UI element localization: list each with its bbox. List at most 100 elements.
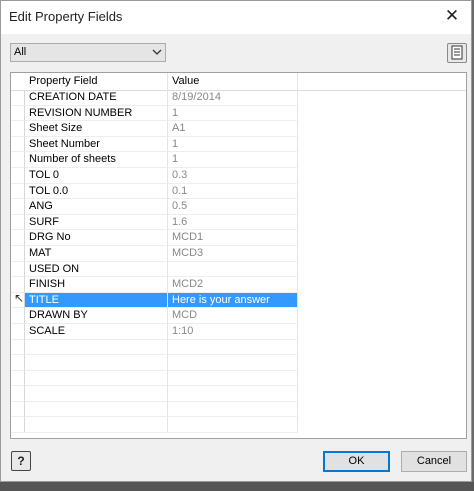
table-row[interactable]: DRAWN BY MCD <box>11 308 466 324</box>
empty-cell <box>11 386 25 402</box>
row-indicator <box>11 214 25 231</box>
cancel-button[interactable]: Cancel <box>401 451 467 472</box>
filter-selected-value: All <box>14 46 27 58</box>
property-value-cell[interactable]: MCD <box>168 308 298 324</box>
property-field-cell[interactable]: ANG <box>25 199 168 215</box>
help-icon: ? <box>17 454 25 468</box>
empty-cell <box>11 339 25 356</box>
close-icon[interactable]: ✕ <box>443 7 461 25</box>
property-field-cell[interactable]: SURF <box>25 214 168 231</box>
property-value-cell[interactable]: 0.5 <box>168 199 298 215</box>
property-value-cell[interactable]: 1 <box>168 152 298 168</box>
empty-cell <box>11 355 25 371</box>
row-indicator <box>11 136 25 153</box>
table-row[interactable]: ANG 0.5 <box>11 199 466 215</box>
property-value-cell[interactable]: 0.3 <box>168 167 298 184</box>
property-field-cell[interactable]: DRG No <box>25 230 168 246</box>
table-row[interactable]: ↖ TITLE Here is your answer <box>11 290 466 309</box>
property-value-cell[interactable]: MCD3 <box>168 245 298 262</box>
table-row[interactable]: Sheet Number 1 <box>11 136 466 153</box>
row-indicator <box>11 308 25 324</box>
grid-rows: CREATION DATE 8/19/2014 REVISION NUMBER 1 Sh… <box>11 90 466 434</box>
property-field-cell[interactable]: Number of sheets <box>25 152 168 168</box>
property-value-cell[interactable]: 1.6 <box>168 214 298 231</box>
property-value-cell[interactable]: A1 <box>168 121 298 137</box>
dialog-title: Edit Property Fields <box>9 9 123 24</box>
property-field-cell[interactable]: FINISH <box>25 277 168 293</box>
row-indicator <box>11 230 25 246</box>
property-field-cell[interactable]: Sheet Number <box>25 136 168 153</box>
row-indicator: ↖ <box>11 290 25 309</box>
property-field-cell[interactable]: USED ON <box>25 261 168 278</box>
ok-button[interactable]: OK <box>323 451 390 472</box>
empty-cell <box>11 401 25 418</box>
property-value-cell[interactable]: MCD1 <box>168 230 298 246</box>
table-row[interactable]: Number of sheets 1 <box>11 152 466 168</box>
property-value-cell[interactable]: 0.1 <box>168 183 298 200</box>
property-field-cell[interactable]: TITLE <box>25 292 168 309</box>
empty-cell <box>11 417 25 434</box>
property-field-cell[interactable]: MAT <box>25 245 168 262</box>
row-indicator <box>11 183 25 200</box>
empty-cell <box>168 401 298 418</box>
property-field-cell[interactable]: SCALE <box>25 323 168 340</box>
empty-cell <box>25 355 168 371</box>
property-value-cell[interactable]: 1 <box>168 136 298 153</box>
table-row[interactable]: REVISION NUMBER 1 <box>11 105 466 122</box>
edit-property-fields-dialog: Edit Property Fields ✕ All Property Fiel… <box>0 0 472 482</box>
table-row[interactable]: TOL 0 0.3 <box>11 167 466 184</box>
property-value-cell[interactable]: MCD2 <box>168 277 298 293</box>
empty-cell <box>25 401 168 418</box>
table-row[interactable]: DRG No MCD1 <box>11 230 466 246</box>
empty-cell <box>168 370 298 387</box>
empty-table-row <box>11 386 466 402</box>
column-header-value[interactable]: Value <box>168 73 298 90</box>
title-bar: Edit Property Fields ✕ <box>1 1 471 34</box>
row-indicator <box>11 323 25 340</box>
property-field-cell[interactable]: TOL 0.0 <box>25 183 168 200</box>
property-field-cell[interactable]: DRAWN BY <box>25 308 168 324</box>
empty-cell <box>25 339 168 356</box>
help-button[interactable]: ? <box>11 451 31 471</box>
row-indicator <box>11 121 25 137</box>
empty-table-row <box>11 417 466 434</box>
empty-table-row <box>11 370 466 387</box>
property-value-cell[interactable]: Here is your answer <box>168 292 298 309</box>
background-strip <box>0 482 474 491</box>
empty-cell <box>25 417 168 434</box>
empty-cell <box>25 386 168 402</box>
empty-cell <box>168 417 298 434</box>
row-indicator <box>11 261 25 278</box>
sheet-list-button[interactable] <box>447 43 467 63</box>
mouse-pointer-icon: ↖ <box>14 290 25 305</box>
table-row[interactable]: TOL 0.0 0.1 <box>11 183 466 200</box>
table-row[interactable]: MAT MCD3 <box>11 245 466 262</box>
table-row[interactable]: USED ON <box>11 261 466 278</box>
row-indicator <box>11 90 25 106</box>
property-value-cell[interactable]: 1 <box>168 105 298 122</box>
row-indicator <box>11 105 25 122</box>
property-field-cell[interactable]: CREATION DATE <box>25 90 168 106</box>
row-indicator <box>11 167 25 184</box>
property-value-cell[interactable] <box>168 261 298 278</box>
table-row[interactable]: SURF 1.6 <box>11 214 466 231</box>
property-field-cell[interactable]: REVISION NUMBER <box>25 105 168 122</box>
table-row[interactable]: SCALE 1:10 <box>11 323 466 340</box>
empty-cell <box>168 339 298 356</box>
table-row[interactable]: CREATION DATE 8/19/2014 <box>11 90 466 106</box>
row-indicator <box>11 152 25 168</box>
property-value-cell[interactable]: 8/19/2014 <box>168 90 298 106</box>
row-indicator <box>11 245 25 262</box>
empty-cell <box>168 386 298 402</box>
empty-cell <box>11 370 25 387</box>
chevron-down-icon <box>152 49 162 55</box>
empty-cell <box>25 370 168 387</box>
property-field-cell[interactable]: TOL 0 <box>25 167 168 184</box>
empty-table-row <box>11 401 466 418</box>
property-field-cell[interactable]: Sheet Size <box>25 121 168 137</box>
column-header-property-field[interactable]: Property Field <box>25 73 168 90</box>
property-value-cell[interactable]: 1:10 <box>168 323 298 340</box>
table-row[interactable]: FINISH MCD2 <box>11 277 466 293</box>
filter-dropdown[interactable]: All <box>10 43 166 62</box>
table-row[interactable]: Sheet Size A1 <box>11 121 466 137</box>
